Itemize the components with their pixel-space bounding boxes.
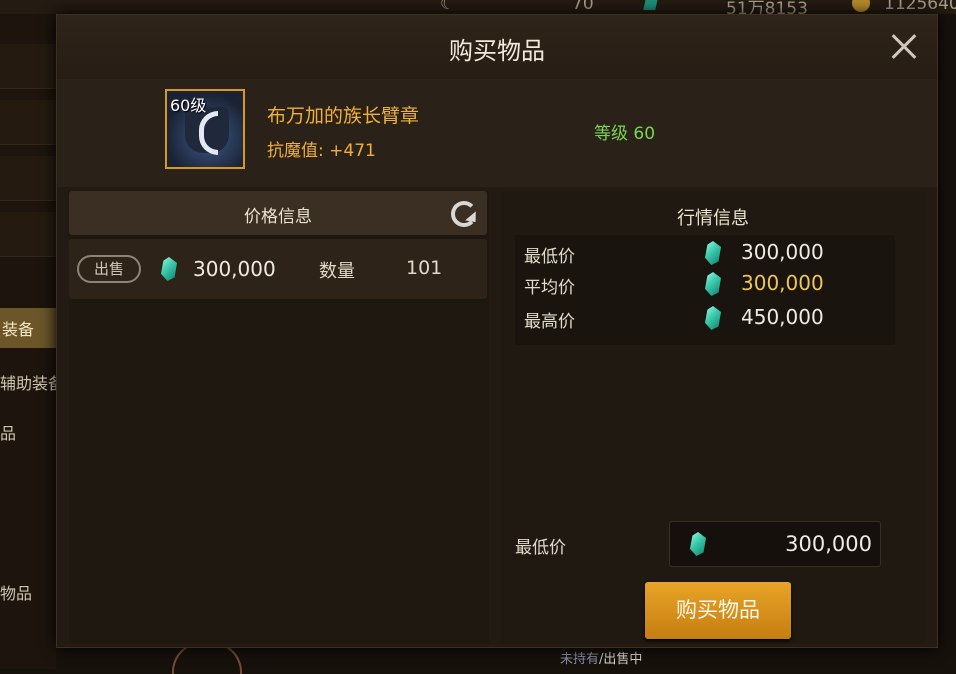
dialog-title-bar: 购买物品	[57, 15, 937, 80]
gem-icon	[705, 272, 721, 296]
market-info-panel: 行情信息 最低价 300,000 平均价 300,000 最高价 450,000	[501, 191, 925, 643]
side-tab-accessory[interactable]: 辅助装备	[0, 370, 64, 394]
item-icon[interactable]: 60级	[165, 89, 245, 169]
purchase-price-label: 最低价	[515, 538, 566, 558]
background-sidebar: 装备 辅助装备 品 物品	[0, 14, 64, 669]
min-price-value: 300,000	[741, 240, 824, 264]
price-info-title: 价格信息	[244, 207, 312, 227]
gem-icon	[161, 257, 177, 281]
close-icon[interactable]	[887, 29, 921, 63]
item-stat: 抗魔值: +471	[267, 141, 376, 161]
moon-icon: ☾	[440, 0, 456, 14]
dialog-title: 购买物品	[449, 37, 545, 65]
max-price-label: 最高价	[524, 312, 575, 332]
item-info: 60级 布万加的族长臂章 抗魔值: +471 等级 60	[57, 79, 937, 187]
refresh-icon[interactable]	[450, 200, 477, 227]
background-top-bar: ☾ 70 51万8153 1125640	[0, 0, 956, 19]
avg-price-value: 300,000	[741, 271, 824, 295]
purchase-price-field: 300,000	[669, 521, 881, 567]
item-level-tag: 60级	[170, 96, 207, 115]
side-slot	[0, 212, 56, 257]
gem-icon	[705, 306, 721, 330]
side-tab-items[interactable]: 品	[0, 420, 16, 444]
avg-price-label: 平均价	[524, 278, 575, 298]
max-price-value: 450,000	[741, 305, 824, 329]
market-info-box: 最低价 300,000 平均价 300,000 最高价 450,000	[515, 235, 895, 345]
sale-badge: 出售	[77, 255, 141, 283]
purchase-price-value: 300,000	[785, 532, 872, 556]
gem-icon	[690, 532, 706, 556]
status-on-sale: 出售中	[603, 652, 643, 667]
bottom-status: 未持有/出售中	[560, 648, 642, 667]
coin-icon	[852, 0, 870, 12]
buy-item-button[interactable]: 购买物品	[645, 582, 791, 639]
quantity-label: 数量	[319, 261, 355, 282]
quantity-value: 101	[406, 257, 443, 279]
market-info-title: 行情信息	[677, 208, 749, 229]
side-tab-misc[interactable]: 物品	[0, 580, 32, 604]
listing-price: 300,000	[193, 257, 276, 281]
bg-value-1: 70	[572, 0, 594, 14]
side-slot	[0, 100, 56, 145]
price-info-header: 价格信息	[69, 191, 487, 235]
price-info-panel: 价格信息 出售 300,000 数量 101	[69, 191, 489, 643]
status-not-owned: 未持有	[560, 652, 600, 667]
item-name: 布万加的族长臂章	[267, 105, 420, 127]
item-level: 等级 60	[594, 124, 656, 144]
bg-value-3: 1125640	[884, 0, 956, 14]
listing-row[interactable]: 出售 300,000 数量 101	[69, 239, 487, 299]
gem-icon	[643, 0, 659, 10]
side-tab-equipment[interactable]: 装备	[0, 308, 56, 348]
min-price-label: 最低价	[524, 247, 575, 267]
side-slot	[0, 44, 56, 89]
side-slot	[0, 156, 56, 201]
gem-icon	[705, 241, 721, 265]
buy-item-dialog: 购买物品 60级 布万加的族长臂章 抗魔值: +471 等级 60 价格信息 出…	[56, 14, 938, 648]
